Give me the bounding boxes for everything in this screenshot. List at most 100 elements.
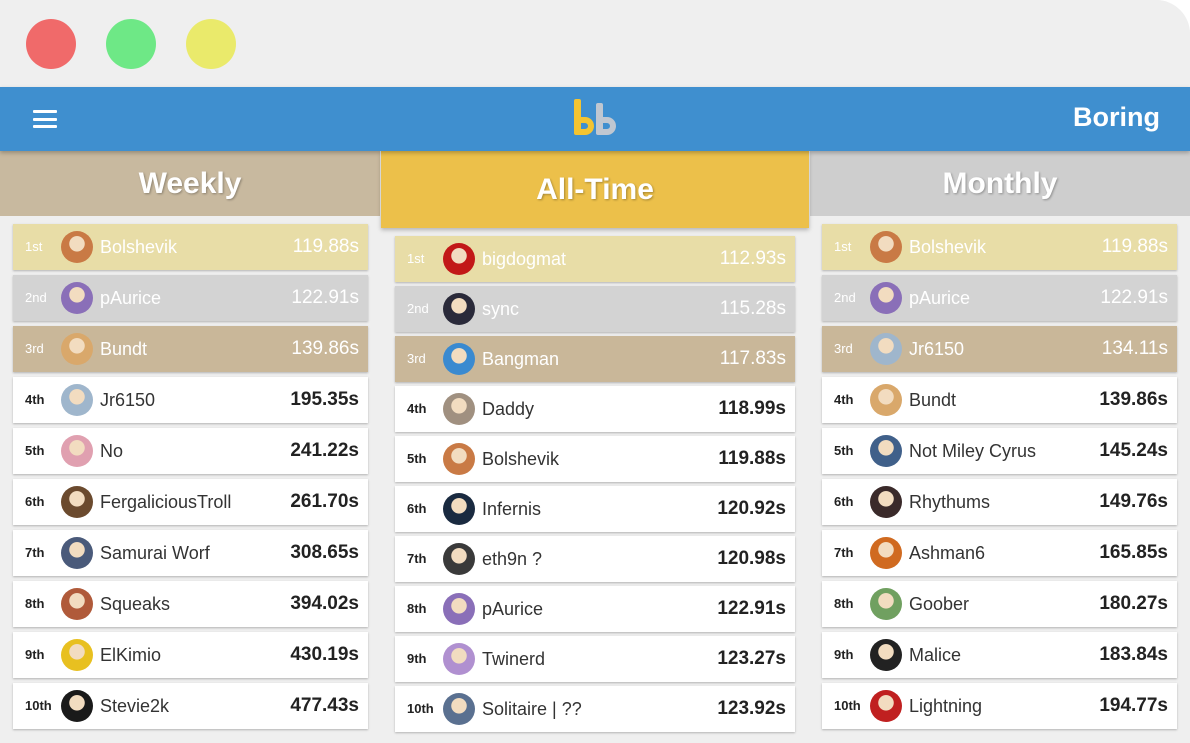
avatar[interactable] — [61, 588, 93, 620]
leaderboard-row[interactable]: 10th Solitaire | ?? 123.92s — [395, 686, 795, 732]
leaderboard-row[interactable]: 4th Daddy 118.99s — [395, 386, 795, 432]
leaderboard-row[interactable]: 8th Goober 180.27s — [822, 581, 1177, 627]
close-window-button[interactable] — [26, 19, 76, 69]
avatar[interactable] — [61, 486, 93, 518]
avatar[interactable] — [61, 384, 93, 416]
leaderboard-row[interactable]: 1st Bolshevik 119.88s — [822, 224, 1177, 270]
leaderboard-row[interactable]: 4th Bundt 139.86s — [822, 377, 1177, 423]
leaderboard-row[interactable]: 6th Infernis 120.92s — [395, 486, 795, 532]
player-name[interactable]: Bolshevik — [909, 224, 986, 270]
player-name[interactable]: pAurice — [482, 586, 543, 632]
avatar[interactable] — [443, 343, 475, 375]
player-name[interactable]: Stevie2k — [100, 683, 169, 729]
player-name[interactable]: Solitaire | ?? — [482, 686, 582, 732]
avatar[interactable] — [443, 643, 475, 675]
player-name[interactable]: Bolshevik — [482, 436, 559, 482]
avatar[interactable] — [443, 493, 475, 525]
avatar[interactable] — [870, 231, 902, 263]
leaderboard-row[interactable]: 5th Not Miley Cyrus 145.24s — [822, 428, 1177, 474]
leaderboard-row[interactable]: 6th Rhythums 149.76s — [822, 479, 1177, 525]
player-name[interactable]: sync — [482, 286, 519, 332]
player-name[interactable]: Malice — [909, 632, 961, 678]
tab-weekly[interactable]: Weekly — [0, 151, 380, 216]
avatar[interactable] — [870, 588, 902, 620]
avatar[interactable] — [870, 435, 902, 467]
player-name[interactable]: Infernis — [482, 486, 541, 532]
player-name[interactable]: Ashman6 — [909, 530, 985, 576]
leaderboard-row[interactable]: 6th FergaliciousTroll 261.70s — [13, 479, 368, 525]
avatar[interactable] — [61, 435, 93, 467]
player-name[interactable]: FergaliciousTroll — [100, 479, 231, 525]
player-name[interactable]: pAurice — [100, 275, 161, 321]
avatar[interactable] — [870, 333, 902, 365]
leaderboard-row[interactable]: 8th pAurice 122.91s — [395, 586, 795, 632]
avatar[interactable] — [443, 443, 475, 475]
avatar[interactable] — [443, 293, 475, 325]
leaderboard-row[interactable]: 2nd pAurice 122.91s — [13, 275, 368, 321]
player-name[interactable]: Bundt — [909, 377, 956, 423]
player-name[interactable]: Jr6150 — [909, 326, 964, 372]
maximize-window-button[interactable] — [106, 19, 156, 69]
player-name[interactable]: No — [100, 428, 123, 474]
avatar[interactable] — [61, 231, 93, 263]
tab-all-time[interactable]: All-Time — [381, 151, 809, 228]
tab-monthly[interactable]: Monthly — [810, 151, 1190, 216]
hamburger-menu-icon[interactable] — [33, 110, 57, 128]
leaderboard-row[interactable]: 10th Lightning 194.77s — [822, 683, 1177, 729]
leaderboard-row[interactable]: 10th Stevie2k 477.43s — [13, 683, 368, 729]
avatar[interactable] — [870, 384, 902, 416]
leaderboard-row[interactable]: 9th ElKimio 430.19s — [13, 632, 368, 678]
player-name[interactable]: bigdogmat — [482, 236, 566, 282]
leaderboard-row[interactable]: 7th Ashman6 165.85s — [822, 530, 1177, 576]
leaderboard-row[interactable]: 9th Twinerd 123.27s — [395, 636, 795, 682]
player-name[interactable]: Bolshevik — [100, 224, 177, 270]
leaderboard-row[interactable]: 1st bigdogmat 112.93s — [395, 236, 795, 282]
best-time: 261.70s — [290, 491, 359, 512]
avatar[interactable] — [443, 543, 475, 575]
leaderboard-row[interactable]: 9th Malice 183.84s — [822, 632, 1177, 678]
avatar[interactable] — [61, 537, 93, 569]
player-name[interactable]: pAurice — [909, 275, 970, 321]
leaderboard-row[interactable]: 3rd Bundt 139.86s — [13, 326, 368, 372]
player-name[interactable]: eth9n ? — [482, 536, 542, 582]
player-name[interactable]: ElKimio — [100, 632, 161, 678]
avatar[interactable] — [443, 693, 475, 725]
rank-label: 9th — [834, 647, 854, 662]
leaderboard-row[interactable]: 3rd Bangman 117.83s — [395, 336, 795, 382]
avatar[interactable] — [443, 393, 475, 425]
player-name[interactable]: Daddy — [482, 386, 534, 432]
player-name[interactable]: Goober — [909, 581, 969, 627]
player-name[interactable]: Squeaks — [100, 581, 170, 627]
avatar[interactable] — [61, 639, 93, 671]
player-name[interactable]: Not Miley Cyrus — [909, 428, 1036, 474]
player-name[interactable]: Bundt — [100, 326, 147, 372]
leaderboard-row[interactable]: 3rd Jr6150 134.11s — [822, 326, 1177, 372]
player-name[interactable]: Samurai Worf — [100, 530, 210, 576]
leaderboard-row[interactable]: 7th eth9n ? 120.98s — [395, 536, 795, 582]
leaderboard-row[interactable]: 1st Bolshevik 119.88s — [13, 224, 368, 270]
avatar[interactable] — [61, 282, 93, 314]
leaderboard-row[interactable]: 2nd sync 115.28s — [395, 286, 795, 332]
player-name[interactable]: Twinerd — [482, 636, 545, 682]
avatar[interactable] — [870, 690, 902, 722]
leaderboard-row[interactable]: 7th Samurai Worf 308.65s — [13, 530, 368, 576]
avatar[interactable] — [870, 639, 902, 671]
avatar[interactable] — [61, 333, 93, 365]
avatar[interactable] — [870, 537, 902, 569]
player-name[interactable]: Bangman — [482, 336, 559, 382]
leaderboard-row[interactable]: 8th Squeaks 394.02s — [13, 581, 368, 627]
avatar[interactable] — [443, 593, 475, 625]
leaderboard-row[interactable]: 4th Jr6150 195.35s — [13, 377, 368, 423]
avatar[interactable] — [61, 690, 93, 722]
player-name[interactable]: Lightning — [909, 683, 982, 729]
player-name[interactable]: Rhythums — [909, 479, 990, 525]
app-title[interactable]: Boring — [1073, 102, 1160, 133]
avatar[interactable] — [443, 243, 475, 275]
avatar[interactable] — [870, 282, 902, 314]
player-name[interactable]: Jr6150 — [100, 377, 155, 423]
leaderboard-row[interactable]: 5th No 241.22s — [13, 428, 368, 474]
leaderboard-row[interactable]: 5th Bolshevik 119.88s — [395, 436, 795, 482]
avatar[interactable] — [870, 486, 902, 518]
leaderboard-row[interactable]: 2nd pAurice 122.91s — [822, 275, 1177, 321]
minimize-window-button[interactable] — [186, 19, 236, 69]
